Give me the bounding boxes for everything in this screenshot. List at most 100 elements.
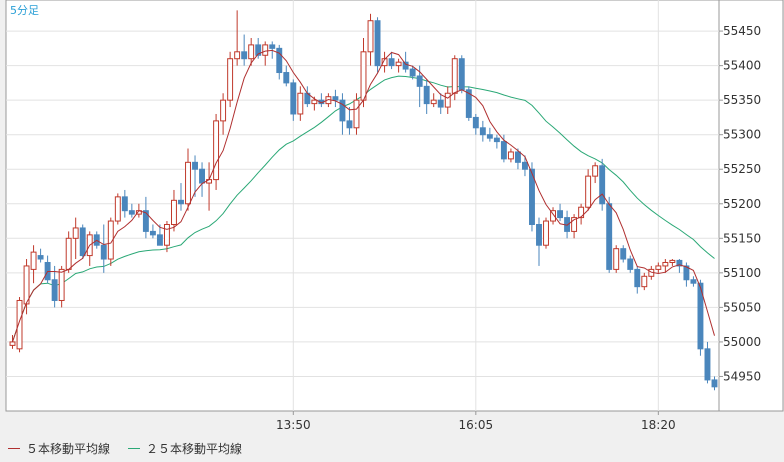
- candle-body-down: [192, 161, 198, 170]
- legend-swatch-ma25: [128, 448, 141, 449]
- candle-body-down: [402, 61, 409, 70]
- x-tick-label: 16:05: [459, 418, 494, 432]
- candle-body-up: [72, 227, 79, 239]
- y-tick-label: 55450: [723, 24, 761, 38]
- candle-body-down: [199, 168, 206, 184]
- candle: [227, 51, 234, 108]
- candle-body-down: [37, 255, 44, 260]
- legend-label-ma5: ５本移動平均線: [26, 442, 111, 456]
- candle-body-down: [423, 85, 430, 105]
- candle-body-up: [297, 92, 304, 115]
- candle: [374, 17, 381, 73]
- y-tick-label: 55050: [723, 300, 761, 314]
- candle-body-up: [234, 51, 241, 60]
- candle-body-down: [100, 244, 107, 260]
- candle-body-down: [241, 51, 248, 60]
- candle-body-down: [149, 230, 156, 236]
- candle: [79, 224, 86, 260]
- y-tick-label: 55100: [723, 266, 761, 280]
- candle-body-up: [507, 151, 514, 160]
- candle-body-down: [486, 134, 493, 139]
- candle-body-down: [156, 234, 163, 246]
- candle-body-up: [395, 61, 402, 67]
- candle-body-down: [142, 210, 149, 232]
- candle-body-down: [472, 116, 479, 129]
- y-tick-label: 55300: [723, 128, 761, 142]
- candle-body-up: [23, 265, 30, 305]
- candle-body-down: [51, 279, 58, 301]
- y-tick-label: 55400: [723, 59, 761, 73]
- candle: [114, 193, 121, 225]
- candle: [697, 279, 704, 356]
- y-tick-label: 55150: [723, 231, 761, 245]
- candle-body-up: [353, 99, 360, 129]
- candle-body-down: [704, 348, 711, 381]
- legend: ５本移動平均線 ２５本移動平均線: [8, 440, 242, 457]
- candle-body-down: [514, 151, 521, 163]
- candle-body-down: [606, 203, 613, 270]
- candle-body-down: [374, 20, 381, 67]
- candle-body-down: [479, 127, 486, 136]
- candle-body-down: [269, 44, 276, 49]
- y-tick-label: 55200: [723, 197, 761, 211]
- x-tick-label: 13:50: [276, 418, 311, 432]
- y-tick-label: 55350: [723, 93, 761, 107]
- candle-body-up: [585, 175, 592, 208]
- candle-body-down: [627, 258, 634, 270]
- candle-body-up: [430, 99, 437, 105]
- candle-body-down: [458, 58, 465, 91]
- candle-body-down: [493, 137, 500, 143]
- candle-body-down: [416, 75, 423, 87]
- candle-body-up: [613, 248, 620, 270]
- candle-body-up: [171, 199, 177, 225]
- candle-body-up: [220, 99, 227, 122]
- candle-body-up: [311, 99, 318, 105]
- candle-body-down: [620, 248, 627, 260]
- candle: [465, 86, 472, 121]
- candle-body-down: [388, 58, 395, 67]
- candle-body-up: [58, 268, 65, 301]
- candle-body-down: [332, 96, 339, 101]
- candle: [543, 217, 549, 249]
- candle-body-down: [500, 141, 507, 160]
- candle-body-up: [543, 220, 549, 246]
- candle: [213, 113, 220, 190]
- candle-body-up: [451, 58, 458, 94]
- candle-body-down: [599, 165, 606, 205]
- legend-item-ma5: ５本移動平均線: [8, 440, 110, 457]
- candle-body-down: [437, 99, 444, 108]
- candle-body-up: [9, 341, 16, 346]
- candle-body-up: [227, 58, 234, 101]
- candle-body-down: [521, 161, 528, 170]
- chart-title: 5分足: [10, 4, 39, 17]
- x-axis-labels: 13:50 16:05 18:20: [276, 418, 676, 432]
- candle-body-up: [641, 275, 648, 288]
- candle: [606, 196, 613, 273]
- candle-body-down: [178, 199, 184, 205]
- candle-body-down: [690, 279, 697, 284]
- candle-body-down: [290, 82, 297, 115]
- candle-body-up: [163, 223, 170, 246]
- candle: [458, 55, 465, 94]
- candle-body-up: [30, 251, 37, 270]
- y-tick-label: 55250: [723, 162, 761, 176]
- legend-item-ma25: ２５本移動平均線: [128, 440, 242, 457]
- candle-body-down: [283, 72, 290, 84]
- candle-body-down: [634, 268, 641, 288]
- candle-body-up: [213, 120, 220, 181]
- legend-swatch-ma5: [8, 448, 20, 449]
- y-tick-label: 55000: [723, 335, 761, 349]
- candle: [613, 245, 620, 273]
- candle-body-up: [248, 44, 255, 60]
- candle: [599, 158, 606, 211]
- chart-container: 54950 55000 55050 55100 55150 55200 55250 55300…: [0, 0, 784, 462]
- candle: [107, 217, 114, 266]
- x-tick-label: 18:20: [641, 418, 676, 432]
- candle-body-up: [65, 237, 72, 270]
- candle-body-up: [669, 259, 676, 263]
- price-chart: 54950 55000 55050 55100 55150 55200 55250 55300…: [5, 0, 784, 432]
- y-tick-label: 54950: [723, 369, 761, 383]
- candle-body-up: [185, 161, 191, 205]
- candle-body-up: [367, 20, 374, 53]
- candle-body-down: [128, 210, 135, 215]
